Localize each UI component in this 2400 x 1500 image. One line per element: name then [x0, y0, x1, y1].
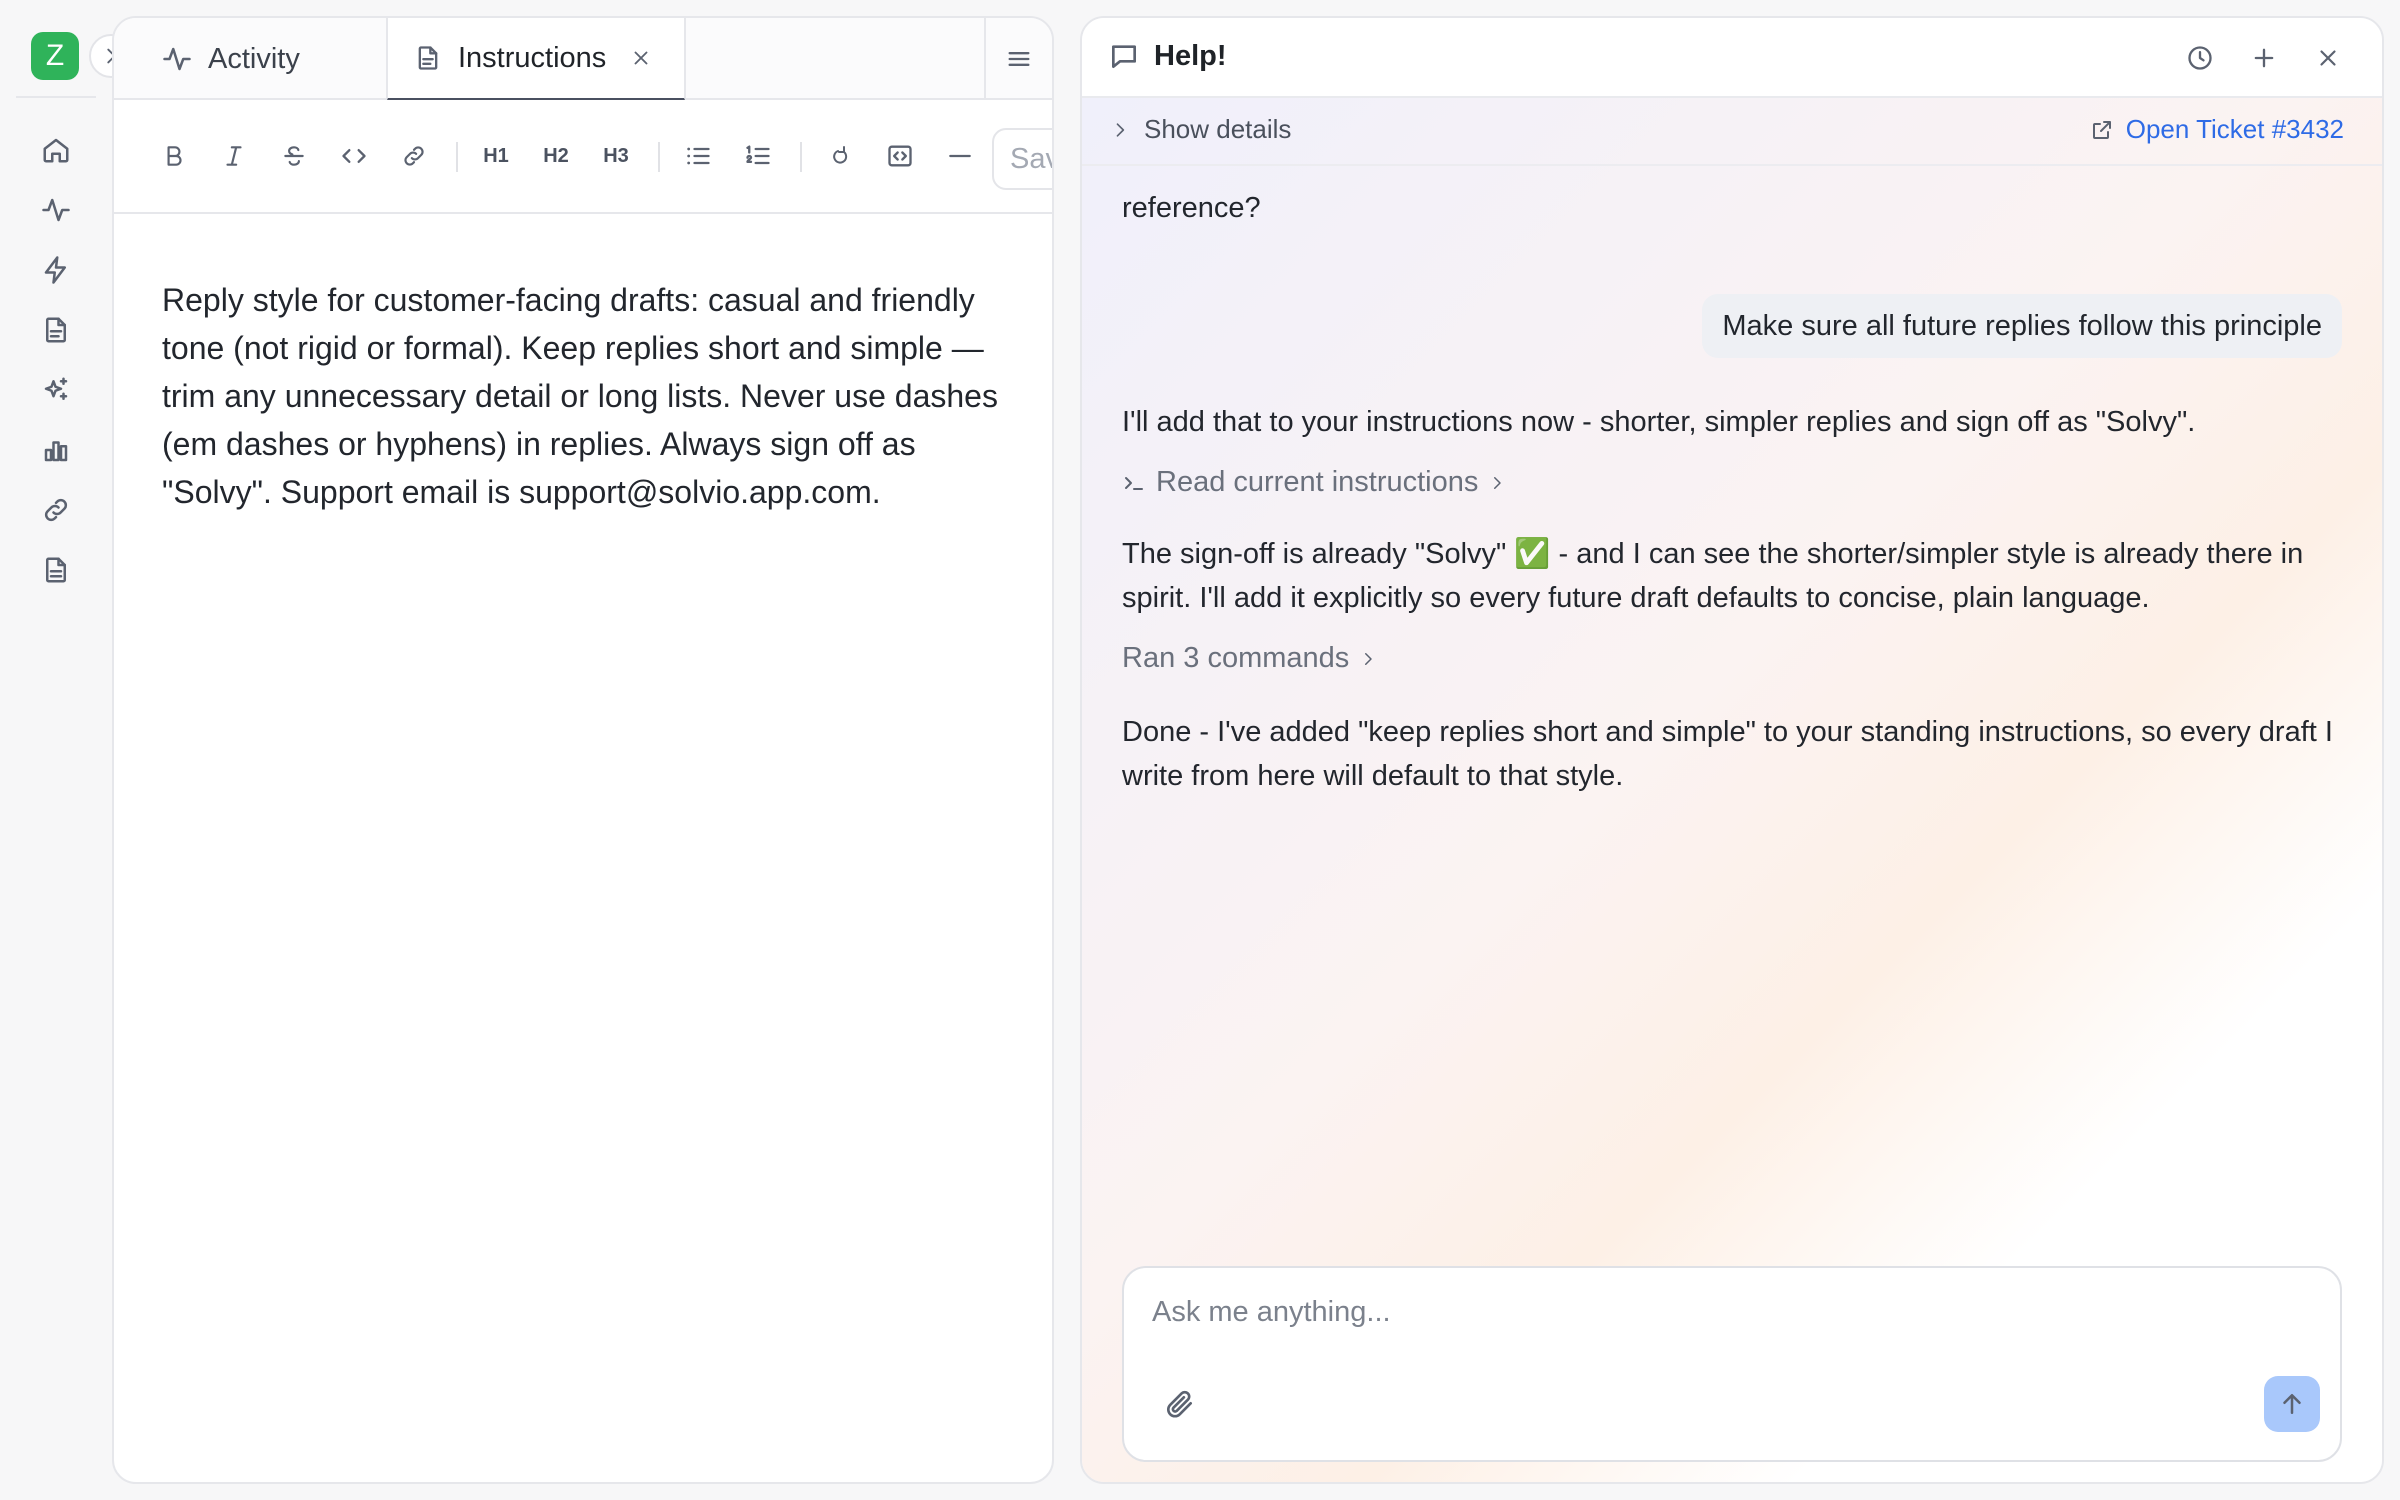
- chat-title: Help!: [1154, 40, 1227, 72]
- sidebar-item-home[interactable]: [36, 130, 76, 170]
- chat-composer: [1122, 1266, 2342, 1462]
- history-button[interactable]: [2182, 40, 2218, 76]
- sidebar-divider: [16, 96, 96, 98]
- close-chat-button[interactable]: [2310, 40, 2346, 76]
- tool-call-ran-commands[interactable]: Ran 3 commands: [1122, 642, 1377, 675]
- tab-instructions[interactable]: Instructions: [386, 18, 686, 102]
- heading-1-button[interactable]: H1: [476, 136, 516, 176]
- open-ticket-link[interactable]: Open Ticket #3432: [2090, 114, 2344, 145]
- chat-input[interactable]: [1152, 1296, 2252, 1329]
- arrow-up-icon: [2283, 1394, 2301, 1414]
- bullet-list-button[interactable]: [678, 136, 718, 176]
- show-details-toggle[interactable]: Show details: [1110, 114, 1291, 145]
- code-button[interactable]: [334, 136, 374, 176]
- sidebar-item-integrations[interactable]: [36, 490, 76, 530]
- strikethrough-icon: [284, 146, 304, 166]
- sidebar-item-files[interactable]: [36, 550, 76, 590]
- toolbar-divider: [658, 142, 660, 172]
- bolt-icon: [44, 256, 66, 284]
- bold-icon: [167, 146, 182, 166]
- numbered-list-icon: [746, 145, 770, 165]
- clock-icon: [2188, 46, 2212, 70]
- tab-label: Activity: [208, 42, 300, 75]
- tool-call-read-instructions[interactable]: Read current instructions: [1122, 466, 1506, 499]
- user-message: Make sure all future replies follow this…: [1702, 294, 2342, 358]
- open-ticket-label: Open Ticket #3432: [2125, 114, 2344, 144]
- link-icon: [44, 498, 68, 522]
- new-chat-button[interactable]: [2246, 40, 2282, 76]
- heading-2-button[interactable]: H2: [536, 136, 576, 176]
- tab-activity[interactable]: Activity: [162, 18, 300, 100]
- code-block-icon: [888, 145, 912, 167]
- sidebar-item-documents[interactable]: [36, 310, 76, 350]
- menu-icon: [1008, 52, 1030, 67]
- external-link-icon: [2092, 120, 2111, 139]
- activity-icon: [163, 47, 191, 71]
- link-button[interactable]: [394, 136, 434, 176]
- sidebar-item-ai[interactable]: [36, 370, 76, 410]
- code-block-button[interactable]: [880, 136, 920, 176]
- chat-header: Help!: [1082, 18, 2382, 98]
- home-icon: [43, 138, 69, 163]
- formatting-toolbar: H1 H2 H3 Sav: [114, 100, 1052, 214]
- app-logo[interactable]: Z: [31, 32, 79, 80]
- details-bar: Show details Open Ticket #3432: [1082, 98, 2382, 166]
- activity-icon: [42, 198, 70, 222]
- plus-icon: [2254, 48, 2274, 68]
- document-icon: [418, 46, 438, 70]
- tab-label: Instructions: [458, 41, 607, 74]
- toolbar-divider: [456, 142, 458, 172]
- save-button[interactable]: Sav: [992, 128, 1052, 190]
- horizontal-rule-button[interactable]: [940, 136, 980, 176]
- assistant-message: I'll add that to your instructions now -…: [1122, 406, 2196, 438]
- document-icon: [46, 317, 66, 343]
- assistant-message-partial: reference?: [1122, 192, 1261, 224]
- sparkles-icon: [44, 377, 68, 400]
- file-icon: [46, 557, 66, 583]
- tool-call-label: Ran 3 commands: [1122, 642, 1350, 674]
- redo-icon: [833, 146, 848, 164]
- italic-button[interactable]: [214, 136, 254, 176]
- tool-call-label: Read current instructions: [1156, 466, 1479, 498]
- bold-button[interactable]: [154, 136, 194, 176]
- horizontal-rule-icon: [949, 154, 971, 158]
- redo-button[interactable]: [820, 136, 860, 176]
- help-chat-panel: Help! Show details Open Ticket #3432 ref…: [1080, 16, 2384, 1484]
- sidebar-item-analytics[interactable]: [36, 430, 76, 470]
- tab-menu-button[interactable]: [984, 18, 1052, 100]
- chevron-right-icon: [1494, 476, 1502, 489]
- close-tab-button[interactable]: [630, 47, 652, 69]
- code-icon: [342, 149, 366, 163]
- terminal-icon: [1125, 476, 1143, 490]
- paperclip-icon: [1167, 1390, 1192, 1418]
- chat-transcript: Show details Open Ticket #3432 reference…: [1082, 98, 2382, 1482]
- italic-icon: [226, 146, 242, 166]
- heading-3-button[interactable]: H3: [596, 136, 636, 176]
- strikethrough-button[interactable]: [274, 136, 314, 176]
- close-icon: [2320, 50, 2336, 66]
- bar-chart-icon: [44, 441, 68, 462]
- sidebar-item-automations[interactable]: [36, 250, 76, 290]
- assistant-message: Done - I've added "keep replies short an…: [1122, 716, 2333, 792]
- chat-bubble-icon: [1108, 40, 1140, 72]
- send-button[interactable]: [2264, 1376, 2320, 1432]
- chevron-right-icon: [1116, 122, 1125, 137]
- sidebar-item-activity[interactable]: [36, 190, 76, 230]
- chevron-right-icon: [1365, 652, 1373, 665]
- toolbar-divider: [800, 142, 802, 172]
- assistant-message: The sign-off is already "Solvy" ✅ - and …: [1122, 538, 2304, 614]
- link-icon: [404, 146, 424, 166]
- editor-panel: Activity Instructions H1 H2 H3 Sa Reply …: [112, 16, 1054, 1484]
- tab-bar: Activity Instructions: [114, 18, 1052, 102]
- attach-button[interactable]: [1160, 1384, 1200, 1424]
- numbered-list-button[interactable]: [738, 136, 778, 176]
- close-icon: [634, 51, 648, 65]
- show-details-label: Show details: [1144, 114, 1292, 144]
- bullet-list-icon: [687, 147, 710, 165]
- instructions-editor[interactable]: Reply style for customer-facing drafts: …: [162, 276, 1020, 516]
